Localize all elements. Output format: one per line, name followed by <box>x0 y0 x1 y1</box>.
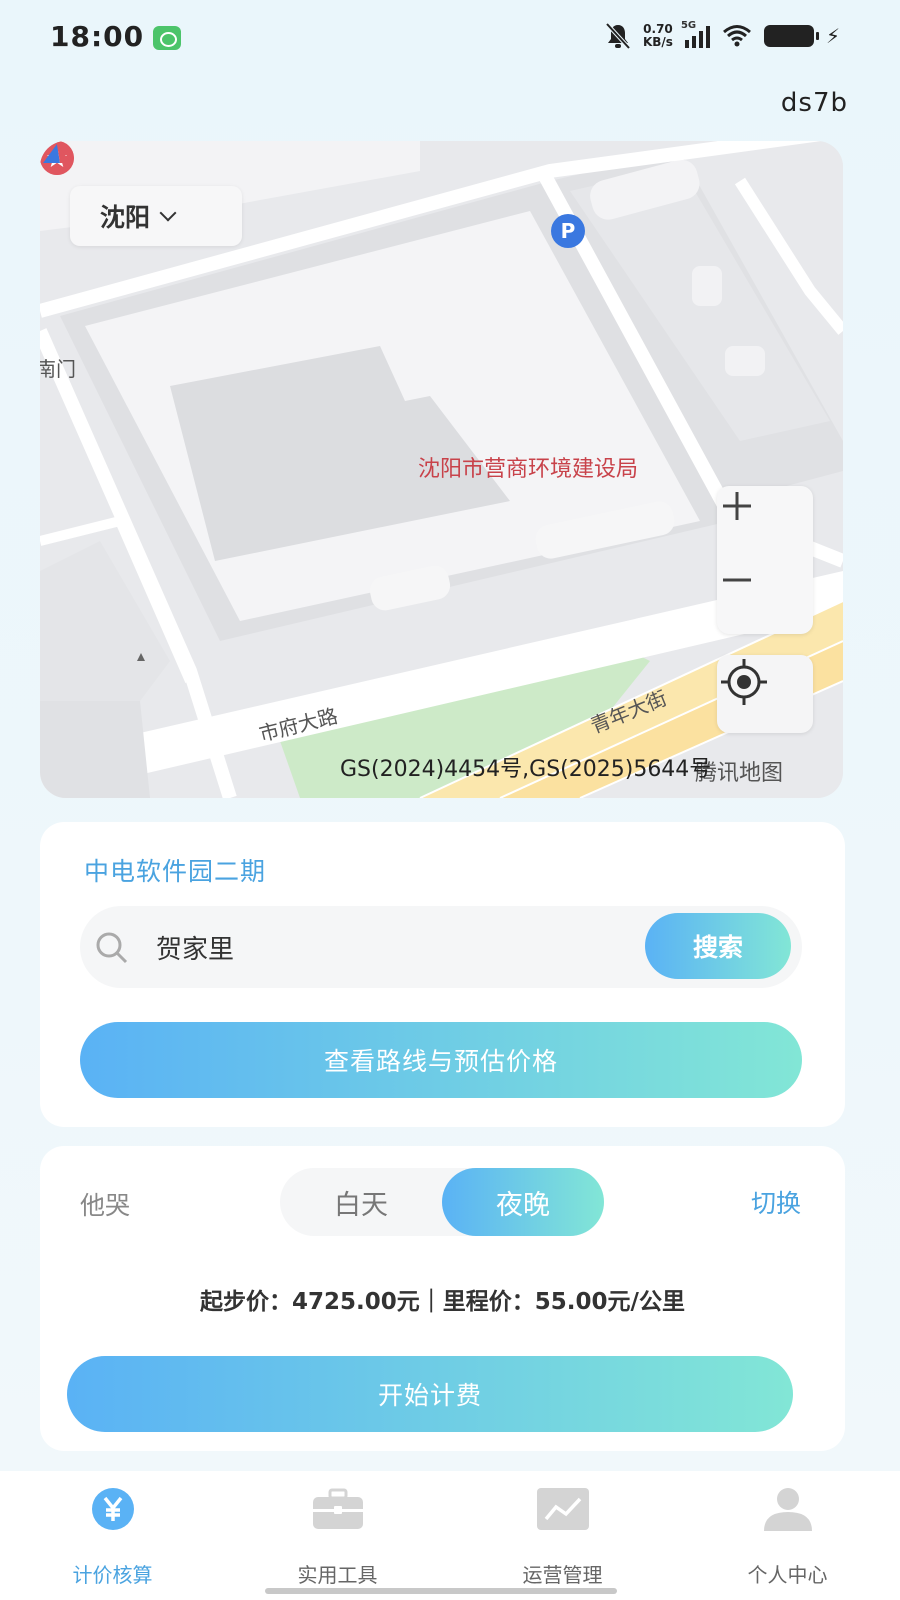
charging-icon: ⚡ <box>825 24 840 48</box>
person-icon <box>763 1488 812 1531</box>
search-card: 中电软件园二期 搜索 查看路线与预估价格 <box>40 822 845 1127</box>
toggle-day[interactable]: 白天 <box>280 1168 442 1236</box>
status-bar: 18:00 0.70 KB/s 5G ⚡ <box>0 0 900 76</box>
network-type: 5G <box>680 20 697 31</box>
user-code: ds7b <box>780 88 848 118</box>
net-speed: 0.70 KB/s <box>643 23 673 49</box>
start-billing-button[interactable]: 开始计费 <box>67 1356 793 1432</box>
bell-off-icon <box>605 22 631 50</box>
briefcase-icon <box>312 1488 363 1529</box>
nav-item-operations[interactable]: 运营管理 <box>450 1471 675 1600</box>
bottom-nav: 计价核算 实用工具 运营管理 个人中心 <box>0 1471 900 1600</box>
search-button[interactable]: 搜索 <box>645 913 791 979</box>
city-selector[interactable]: 沈阳 <box>70 186 242 246</box>
vehicle-type-label: 他哭 <box>80 1191 131 1220</box>
price-summary: 起步价：4725.00元｜里程价：55.00元/公里 <box>200 1289 685 1315</box>
yuan-icon <box>91 1488 134 1530</box>
current-location[interactable]: 中电软件园二期 <box>84 852 266 888</box>
map-view[interactable]: 南门 市府大路 青年大街 P 沈阳市营商环境建设局 沈阳 腾讯地图 GS(202… <box>40 141 843 798</box>
nav-item-profile[interactable]: 个人中心 <box>675 1471 900 1600</box>
gate-label: 南门 <box>40 357 76 381</box>
net-speed-unit: KB/s <box>642 35 673 49</box>
locate-button[interactable] <box>717 655 813 733</box>
wechat-notification-icon <box>153 26 181 50</box>
day-night-toggle: 白天 夜晚 <box>280 1168 604 1236</box>
chart-icon <box>536 1488 589 1530</box>
nav-label: 计价核算 <box>72 1563 153 1587</box>
locate-icon <box>721 659 767 705</box>
nav-label: 运营管理 <box>522 1563 603 1587</box>
zoom-out-button[interactable] <box>717 560 813 634</box>
switch-link[interactable]: 切换 <box>751 1184 801 1220</box>
home-indicator[interactable] <box>265 1588 617 1594</box>
minus-icon <box>723 578 751 582</box>
view-route-button[interactable]: 查看路线与预估价格 <box>80 1022 802 1098</box>
status-time: 18:00 <box>50 20 145 53</box>
battery-icon <box>763 25 819 47</box>
wifi-icon <box>722 25 751 47</box>
chevron-down-icon <box>159 204 177 222</box>
zoom-in-button[interactable] <box>717 486 813 560</box>
nav-label: 个人中心 <box>747 1563 828 1587</box>
search-input[interactable] <box>156 906 636 988</box>
toggle-night[interactable]: 夜晚 <box>442 1168 604 1236</box>
plus-icon <box>723 492 751 520</box>
city-label: 沈阳 <box>100 203 151 232</box>
nav-label: 实用工具 <box>297 1563 378 1587</box>
nav-item-tools[interactable]: 实用工具 <box>225 1471 450 1600</box>
tencent-map-logo <box>43 144 71 163</box>
search-bar: 搜索 <box>80 906 802 988</box>
map-copyright: GS(2024)4454号,GS(2025)5644号 <box>340 757 712 782</box>
nav-item-pricing[interactable]: 计价核算 <box>0 1471 225 1600</box>
poi-label[interactable]: 沈阳市营商环境建设局 <box>418 451 638 483</box>
zoom-control <box>717 486 813 634</box>
search-icon <box>96 932 128 964</box>
parking-icon[interactable]: P <box>551 214 585 248</box>
status-icons: 0.70 KB/s 5G ⚡ <box>605 20 840 50</box>
signal-icon: 5G <box>681 20 710 48</box>
pricing-card: 他哭 白天 夜晚 切换 起步价：4725.00元｜里程价：55.00元/公里 开… <box>40 1146 845 1451</box>
